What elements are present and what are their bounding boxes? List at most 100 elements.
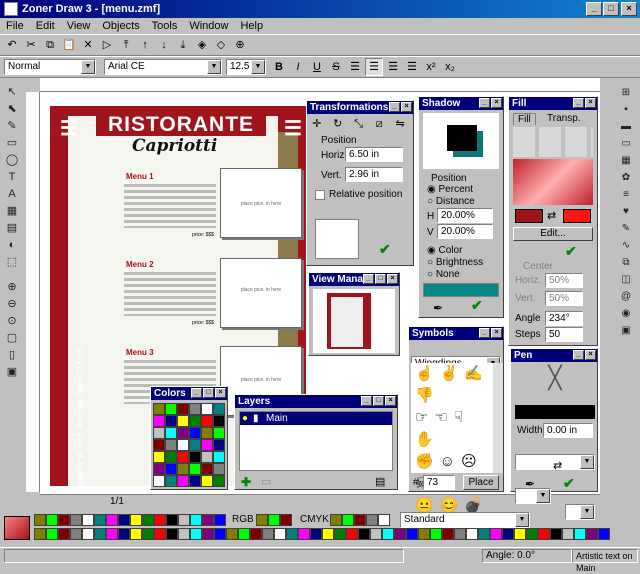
panel-bitmap-icon[interactable]: ▣	[616, 322, 636, 339]
minimize-icon[interactable]: _	[573, 350, 584, 360]
photo-frame-1[interactable]: place pics. in here	[220, 168, 302, 238]
minimize-icon[interactable]: _	[479, 328, 490, 338]
layer-visible-icon[interactable]: ●	[242, 412, 248, 425]
color-swatch[interactable]	[586, 528, 598, 540]
superscript-icon[interactable]: x²	[422, 58, 440, 76]
shape-icon[interactable]: ▷	[99, 37, 115, 53]
color-swatch[interactable]	[213, 415, 225, 427]
color-swatch[interactable]	[177, 415, 189, 427]
color-swatch[interactable]	[34, 528, 46, 540]
minimize-icon[interactable]: _	[389, 102, 400, 112]
angle-input[interactable]: 234°	[545, 311, 583, 326]
palette-row-2[interactable]	[34, 528, 614, 540]
photo-frame-2[interactable]: place pics. in here	[220, 258, 302, 328]
start-color-swatch[interactable]	[515, 209, 543, 223]
vert-input[interactable]: 2.96 in	[345, 167, 403, 182]
menu-tools[interactable]: Tools	[146, 20, 184, 32]
color-swatch[interactable]	[190, 528, 202, 540]
color-swatch[interactable]	[201, 439, 213, 451]
color-swatch[interactable]	[286, 528, 298, 540]
color-swatch[interactable]	[153, 427, 165, 439]
color-swatch[interactable]	[165, 427, 177, 439]
color-swatch[interactable]	[70, 514, 82, 526]
minimize-button[interactable]: _	[586, 2, 602, 16]
close-icon[interactable]: ×	[491, 98, 502, 108]
minimize-icon[interactable]: _	[191, 388, 202, 398]
maximize-icon[interactable]: □	[375, 274, 386, 284]
color-swatch[interactable]	[190, 514, 202, 526]
color-swatch[interactable]	[153, 415, 165, 427]
color-swatch[interactable]	[178, 528, 190, 540]
color-swatch[interactable]	[514, 528, 526, 540]
color-swatch[interactable]	[142, 514, 154, 526]
color-swatch[interactable]	[490, 528, 502, 540]
color-swatch[interactable]	[177, 451, 189, 463]
color-swatch[interactable]	[177, 475, 189, 487]
underline-button[interactable]: U	[308, 58, 326, 76]
color-swatch[interactable]	[165, 475, 177, 487]
color-swatch[interactable]	[201, 415, 213, 427]
color-swatch[interactable]	[58, 528, 70, 540]
menu-edit[interactable]: Edit	[30, 20, 61, 32]
color-swatch[interactable]	[153, 439, 165, 451]
color-swatch[interactable]	[238, 528, 250, 540]
color-swatch[interactable]	[189, 403, 201, 415]
h-input[interactable]: 20.00%	[437, 208, 493, 223]
color-swatch[interactable]	[454, 528, 466, 540]
color-swatch[interactable]	[201, 451, 213, 463]
maximize-icon[interactable]: □	[203, 388, 214, 398]
color-swatch[interactable]	[201, 403, 213, 415]
color-swatch[interactable]	[189, 439, 201, 451]
justify-icon[interactable]: ☰	[403, 58, 421, 76]
color-swatch[interactable]	[268, 514, 280, 526]
color-swatch[interactable]	[378, 514, 390, 526]
color-swatch[interactable]	[358, 528, 370, 540]
color-swatch[interactable]	[153, 475, 165, 487]
panel-transform-icon[interactable]: ⊞	[616, 84, 636, 101]
zoom-page-icon[interactable]: ▢	[2, 330, 22, 347]
panel-layers-icon[interactable]: ≡	[616, 186, 636, 203]
color-swatch[interactable]	[262, 528, 274, 540]
color-swatch[interactable]	[342, 514, 354, 526]
zoom-out-icon[interactable]: ⊖	[2, 296, 22, 313]
maximize-button[interactable]: □	[603, 2, 619, 16]
fill-vert-input[interactable]: 50%	[545, 291, 583, 306]
color-swatch[interactable]	[250, 528, 262, 540]
cut-icon[interactable]: ✂	[23, 37, 39, 53]
color-swatch[interactable]	[202, 514, 214, 526]
percent-radio[interactable]: ◉ Percent	[427, 184, 473, 195]
color-swatch[interactable]	[382, 528, 394, 540]
tab-fill[interactable]: Fill	[513, 113, 536, 125]
close-button[interactable]: ×	[621, 2, 637, 16]
end-color-swatch[interactable]	[563, 209, 591, 223]
paste-icon[interactable]: 📋	[61, 37, 77, 53]
color-swatch[interactable]	[538, 528, 550, 540]
color-swatch[interactable]	[201, 463, 213, 475]
envelope-icon[interactable]: ⬚	[2, 254, 22, 271]
color-swatch[interactable]	[166, 514, 178, 526]
menu-help[interactable]: Help	[234, 20, 269, 32]
width-input[interactable]: 0.00 in	[543, 423, 593, 438]
panel-curve-icon[interactable]: ∿	[616, 237, 636, 254]
color-swatch[interactable]	[574, 528, 586, 540]
copy-icon[interactable]: ⧉	[42, 37, 58, 53]
color-swatch[interactable]	[154, 528, 166, 540]
close-icon[interactable]: ×	[585, 350, 596, 360]
cmyk-palette[interactable]	[330, 514, 390, 526]
menu-window[interactable]: Window	[183, 20, 234, 32]
color-swatch[interactable]	[166, 528, 178, 540]
font-select[interactable]: Arial CE ▼	[104, 59, 222, 75]
panel-view-icon[interactable]: ◫	[616, 271, 636, 288]
color-swatch[interactable]	[322, 528, 334, 540]
delete-layer-icon[interactable]: ▭	[261, 475, 271, 488]
align-left-icon[interactable]: ☰	[346, 58, 364, 76]
close-icon[interactable]: ×	[215, 388, 226, 398]
color-swatch[interactable]	[153, 403, 165, 415]
view-thumbnail[interactable]	[313, 289, 395, 353]
color-swatch[interactable]	[118, 514, 130, 526]
color-swatch[interactable]	[165, 463, 177, 475]
relative-checkbox[interactable]	[315, 190, 325, 200]
color-swatch[interactable]	[177, 463, 189, 475]
color-swatch[interactable]	[526, 528, 538, 540]
close-icon[interactable]: ×	[585, 98, 596, 108]
